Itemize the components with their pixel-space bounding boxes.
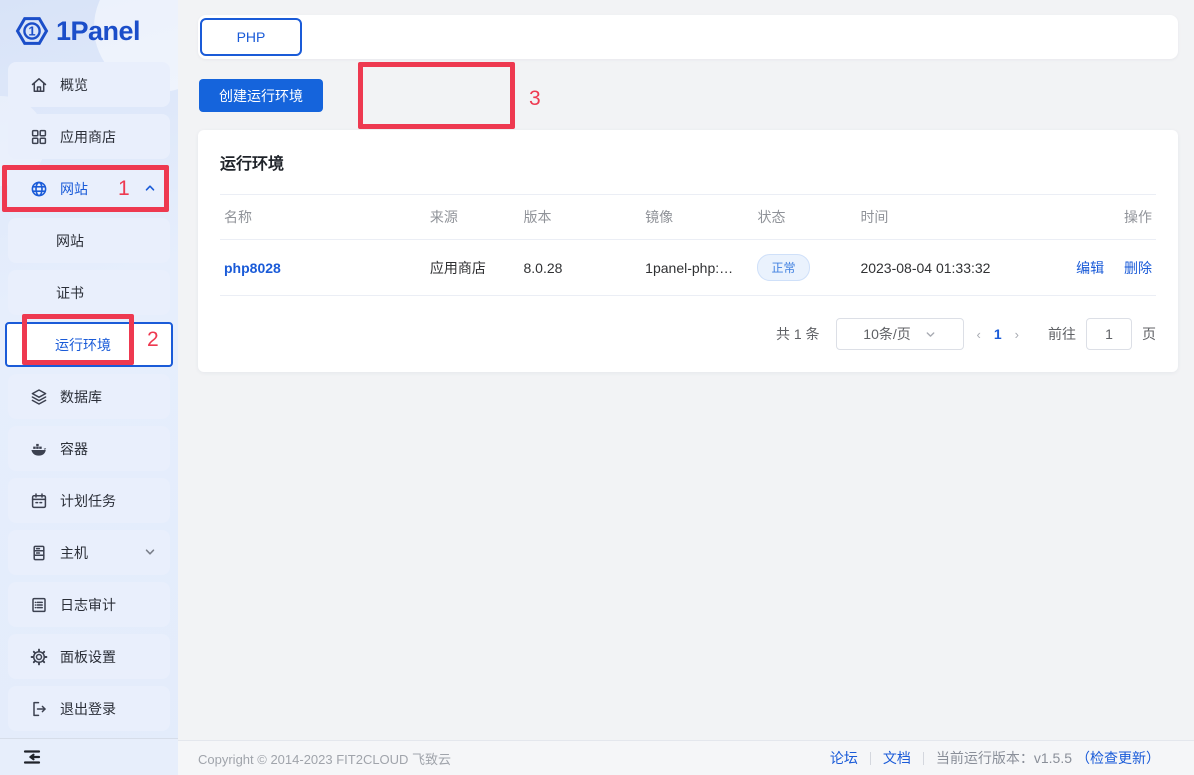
sidebar: 1 1Panel 概览 应用商店 网站	[0, 0, 178, 775]
sidebar-item-overview[interactable]: 概览	[8, 62, 170, 107]
sidebar-item-database[interactable]: 数据库	[8, 374, 170, 419]
sidebar-item-label: 面板设置	[60, 647, 116, 667]
logout-icon	[30, 700, 48, 718]
sidebar-item-label: 应用商店	[60, 127, 116, 147]
runtime-time: 2023-08-04 01:33:32	[856, 240, 1071, 296]
check-update-link[interactable]: （检查更新）	[1076, 748, 1160, 768]
runtime-image: 1panel-php:…	[641, 240, 753, 296]
main-content: PHP 创建运行环境 运行环境 名称 来源 版本 镜像 状态 时间 操作 php…	[178, 0, 1194, 775]
tab-php[interactable]: PHP	[200, 18, 302, 56]
column-header-source: 来源	[426, 195, 520, 240]
docs-link[interactable]: 文档	[883, 748, 911, 768]
status-badge: 正常	[757, 254, 809, 281]
column-header-actions: 操作	[1072, 195, 1156, 240]
log-icon	[30, 596, 48, 614]
version-label: 当前运行版本：v1.5.5	[936, 748, 1072, 768]
sidebar-item-appstore[interactable]: 应用商店	[8, 114, 170, 159]
column-header-version: 版本	[520, 195, 642, 240]
table-row: php8028 应用商店 8.0.28 1panel-php:… 正常 2023…	[220, 240, 1156, 296]
sidebar-item-label: 网站	[56, 231, 84, 251]
goto-label: 前往	[1048, 324, 1076, 344]
runtime-name-link[interactable]: php8028	[224, 260, 281, 276]
goto-page-input[interactable]	[1086, 318, 1132, 350]
sidebar-item-logs[interactable]: 日志审计	[8, 582, 170, 627]
sidebar-collapse-button[interactable]	[0, 738, 178, 775]
sidebar-item-label: 主机	[60, 543, 88, 563]
column-header-name: 名称	[220, 195, 426, 240]
sidebar-menu: 概览 应用商店 网站 网站 证书 运行环境	[0, 62, 178, 731]
sidebar-item-label: 日志审计	[60, 595, 116, 615]
runtime-source: 应用商店	[426, 240, 520, 296]
chevron-up-icon	[144, 182, 156, 194]
runtime-version: 8.0.28	[520, 240, 642, 296]
docker-icon	[30, 440, 48, 458]
sidebar-subitem-runtime[interactable]: 运行环境	[5, 322, 173, 367]
app-logo[interactable]: 1 1Panel	[0, 0, 178, 62]
sidebar-item-label: 数据库	[60, 387, 102, 407]
column-header-image: 镜像	[641, 195, 753, 240]
card-title: 运行环境	[220, 150, 1156, 174]
create-runtime-button[interactable]: 创建运行环境	[199, 79, 323, 112]
sidebar-item-label: 证书	[56, 283, 84, 303]
sidebar-item-cronjob[interactable]: 计划任务	[8, 478, 170, 523]
footer-divider	[923, 752, 924, 765]
runtime-card: 运行环境 名称 来源 版本 镜像 状态 时间 操作 php8028 应用商店 8…	[198, 130, 1178, 372]
delete-link[interactable]: 删除	[1124, 260, 1152, 276]
runtime-table: 名称 来源 版本 镜像 状态 时间 操作 php8028 应用商店 8.0.28…	[220, 194, 1156, 296]
chevron-down-icon	[925, 329, 936, 340]
home-icon	[30, 76, 48, 94]
globe-icon	[30, 180, 48, 198]
page-size-value: 10条/页	[863, 324, 910, 344]
footer: Copyright © 2014-2023 FIT2CLOUD 飞致云 论坛 文…	[178, 740, 1194, 775]
sidebar-item-host[interactable]: 主机	[8, 530, 170, 575]
sidebar-item-settings[interactable]: 面板设置	[8, 634, 170, 679]
sidebar-item-label: 容器	[60, 439, 88, 459]
footer-divider	[870, 752, 871, 765]
page-unit-label: 页	[1142, 324, 1156, 344]
appstore-icon	[30, 128, 48, 146]
pagination-total: 共 1 条	[776, 324, 820, 344]
brand-hexagon-icon: 1	[15, 14, 49, 48]
sidebar-item-container[interactable]: 容器	[8, 426, 170, 471]
column-header-time: 时间	[856, 195, 1071, 240]
server-icon	[30, 544, 48, 562]
page-size-select[interactable]: 10条/页	[836, 318, 964, 350]
sidebar-item-logout[interactable]: 退出登录	[8, 686, 170, 731]
brand-name: 1Panel	[56, 16, 140, 47]
pagination: 共 1 条 10条/页 ‹ 1 › 前往 页	[220, 318, 1156, 350]
prev-page-button[interactable]: ‹	[964, 327, 994, 342]
runtime-type-tabbar: PHP	[198, 15, 1178, 59]
gear-icon	[30, 648, 48, 666]
calendar-icon	[30, 492, 48, 510]
collapse-sidebar-icon	[22, 747, 42, 767]
svg-text:1: 1	[28, 24, 35, 39]
next-page-button[interactable]: ›	[1002, 327, 1032, 342]
sidebar-item-label: 退出登录	[60, 699, 116, 719]
forum-link[interactable]: 论坛	[830, 748, 858, 768]
sidebar-item-label: 概览	[60, 75, 88, 95]
copyright-text: Copyright © 2014-2023 FIT2CLOUD 飞致云	[198, 749, 451, 768]
page-number-1[interactable]: 1	[994, 326, 1002, 342]
sidebar-item-label: 运行环境	[55, 335, 111, 355]
edit-link[interactable]: 编辑	[1076, 260, 1104, 276]
sidebar-subitem-website[interactable]: 网站	[8, 218, 170, 263]
sidebar-subitem-certificate[interactable]: 证书	[8, 270, 170, 315]
layers-icon	[30, 388, 48, 406]
sidebar-item-label: 网站	[60, 179, 88, 199]
chevron-down-icon	[144, 546, 156, 558]
sidebar-item-website[interactable]: 网站	[8, 166, 170, 211]
sidebar-item-label: 计划任务	[60, 491, 116, 511]
column-header-status: 状态	[753, 195, 856, 240]
